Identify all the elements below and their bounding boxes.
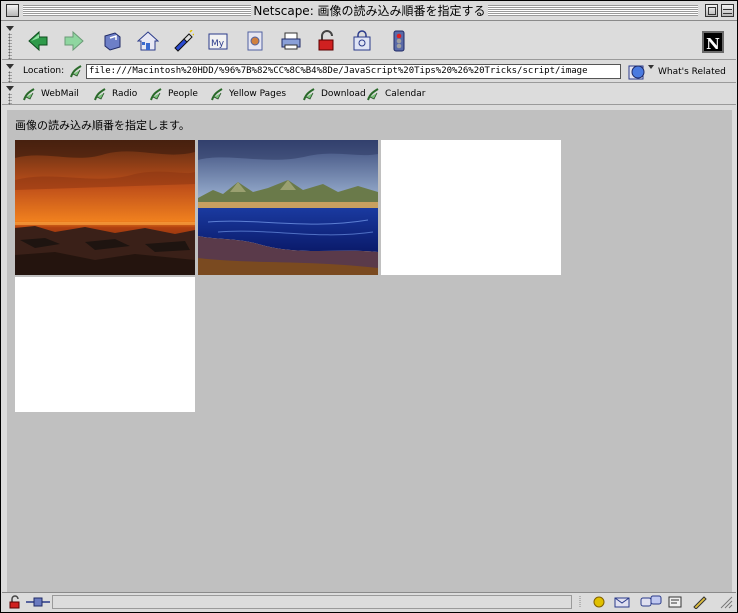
connection-status-icon <box>26 597 50 607</box>
mail-component-icon[interactable] <box>613 595 635 609</box>
bookmark-label: Download <box>321 89 366 99</box>
location-toolbar: Location: file:///Macintosh%20HDD/%96%7B… <box>2 61 736 83</box>
page-proxy-icon[interactable] <box>68 63 84 79</box>
reload-icon <box>104 32 121 51</box>
images-button[interactable] <box>240 27 268 55</box>
bookmark-label: Radio <box>112 89 138 99</box>
close-box-button[interactable] <box>6 4 19 17</box>
location-toolbar-collapse-tab[interactable] <box>6 62 15 83</box>
navigator-component-icon[interactable] <box>591 595 607 609</box>
bookmark-icon <box>211 88 223 101</box>
sunset-landscape-image <box>15 140 195 275</box>
back-arrow-icon <box>28 30 48 52</box>
bookmark-yellow-pages[interactable]: Yellow Pages <box>210 86 286 102</box>
print-icon <box>281 32 301 50</box>
forward-button[interactable] <box>60 27 88 55</box>
netscape-logo-icon[interactable]: N <box>702 31 724 53</box>
my-netscape-icon: My <box>208 33 228 50</box>
bookmark-icon <box>303 88 315 101</box>
bookmark-webmail[interactable]: WebMail <box>22 86 79 102</box>
composer-component-icon[interactable] <box>667 595 683 609</box>
bookmark-download[interactable]: Download <box>302 86 366 102</box>
security-lock-status-icon[interactable] <box>8 595 24 609</box>
home-button[interactable] <box>134 27 162 55</box>
bookmark-icon <box>94 88 106 101</box>
title-bar[interactable]: Netscape: 画像の読み込み順番を指定する <box>1 1 737 21</box>
back-button[interactable] <box>24 27 52 55</box>
unloaded-image-placeholder <box>15 277 195 412</box>
shop-icon <box>353 30 371 51</box>
bookmark-people[interactable]: People <box>149 86 198 102</box>
personal-toolbar-collapse-tab[interactable] <box>6 84 15 105</box>
home-icon <box>137 31 159 51</box>
page-content: 画像の読み込み順番を指定します。 <box>7 110 732 592</box>
shop-button[interactable] <box>348 27 376 55</box>
browser-window: Netscape: 画像の読み込み順番を指定する My N Location: … <box>0 0 738 613</box>
bookmark-label: Calendar <box>385 89 426 99</box>
location-label: Location: <box>23 66 65 76</box>
status-message-field <box>52 595 572 609</box>
page-heading: 画像の読み込み順番を指定します。 <box>15 119 190 132</box>
reload-button[interactable] <box>98 27 126 55</box>
location-url-field[interactable]: file:///Macintosh%20HDD/%96%7B%82%CC%8C%… <box>86 64 621 79</box>
stop-button[interactable] <box>385 27 413 55</box>
bookmark-label: Yellow Pages <box>229 89 287 99</box>
discussion-component-icon[interactable] <box>639 595 663 609</box>
search-button[interactable] <box>169 27 197 55</box>
whats-related-icon <box>628 65 654 80</box>
svg-text:My: My <box>211 39 225 49</box>
stop-traffic-light-icon <box>393 30 405 52</box>
zoom-box-button[interactable] <box>705 4 718 17</box>
whats-related-button[interactable]: What's Related <box>628 62 728 82</box>
coastal-landscape-picture <box>198 140 378 275</box>
title-bar-stripes-right <box>488 5 698 16</box>
images-icon <box>247 31 263 51</box>
resize-grip-icon[interactable] <box>717 595 733 609</box>
edit-pencil-icon[interactable] <box>692 595 708 609</box>
collapse-box-button[interactable] <box>721 4 734 17</box>
status-bar <box>2 592 736 611</box>
forward-arrow-icon <box>64 30 84 52</box>
personal-toolbar: WebMail Radio People Yellow Pages Downlo… <box>2 83 736 105</box>
bookmark-icon <box>367 88 379 101</box>
unloaded-image-placeholder <box>381 140 561 275</box>
security-lock-icon <box>318 30 334 51</box>
print-button[interactable] <box>277 27 305 55</box>
bookmark-label: WebMail <box>41 89 79 99</box>
navigation-toolbar-collapse-tab[interactable] <box>6 24 15 59</box>
coastal-landscape-image <box>198 140 378 275</box>
navigation-toolbar: My N <box>2 22 736 60</box>
sunset-landscape-picture <box>15 140 195 275</box>
bookmark-icon <box>150 88 162 101</box>
title-bar-stripes-left <box>23 5 251 16</box>
bookmark-calendar[interactable]: Calendar <box>366 86 425 102</box>
window-title: Netscape: 画像の読み込み順番を指定する <box>253 4 486 18</box>
search-flashlight-icon <box>174 30 194 52</box>
security-button[interactable] <box>313 27 341 55</box>
bookmark-radio[interactable]: Radio <box>93 86 137 102</box>
bookmark-icon <box>23 88 35 101</box>
my-netscape-button[interactable]: My <box>204 27 232 55</box>
whats-related-label: What's Related <box>658 67 726 77</box>
bookmark-label: People <box>168 89 198 99</box>
status-divider-icon <box>579 596 581 608</box>
